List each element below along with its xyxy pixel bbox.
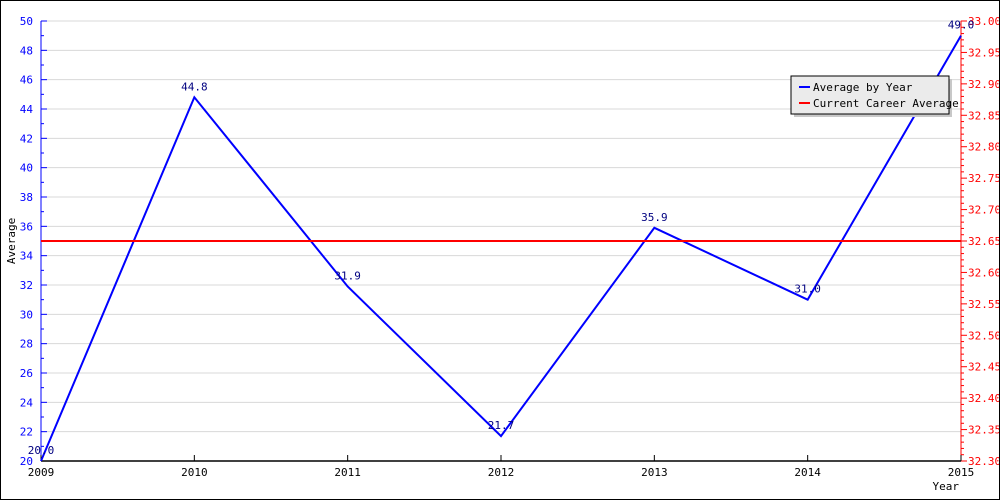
chart-container: 20 22 24 26 28 30 32 34 36 38 40 42 44 46 48 50 32.30 32.… — [0, 0, 1000, 500]
y-tick-label: 40 — [20, 162, 33, 175]
y2-tick-label: 32.85 — [968, 109, 1000, 122]
legend-entry: Average by Year — [813, 81, 913, 94]
y-tick-label: 26 — [20, 367, 33, 380]
y2-tick-label: 32.50 — [968, 329, 1000, 342]
y2-tick-label: 32.55 — [968, 298, 1000, 311]
y2-tick-label: 32.95 — [968, 46, 1000, 59]
x-tick-label: 2010 — [181, 466, 208, 479]
data-label: 21.7 — [488, 419, 515, 432]
y2-tick-label: 32.90 — [968, 78, 1000, 91]
y-tick-label: 36 — [20, 220, 33, 233]
x-tick-label: 2011 — [334, 466, 361, 479]
x-tick-label: 2012 — [488, 466, 515, 479]
legend-entry: Current Career Average — [813, 97, 959, 110]
y-tick-label: 22 — [20, 426, 33, 439]
x-tick-label: 2014 — [794, 466, 821, 479]
data-label: 20.0 — [28, 444, 55, 457]
y-tick-label: 46 — [20, 74, 33, 87]
data-label: 35.9 — [641, 211, 668, 224]
line-chart: 2022242628303234363840424446485032.3032.… — [5, 15, 1000, 493]
y2-tick-label: 32.45 — [968, 361, 1000, 374]
y2-tick-label: 32.40 — [968, 392, 1000, 405]
y-axis-label: Average — [5, 218, 18, 264]
y2-tick-label: 32.75 — [968, 172, 1000, 185]
y-tick-label: 38 — [20, 191, 33, 204]
data-label: 44.8 — [181, 80, 208, 93]
y2-tick-label: 32.70 — [968, 204, 1000, 217]
y-tick-label: 30 — [20, 308, 33, 321]
x-tick-label: 2015 — [948, 466, 975, 479]
x-tick-label: 2013 — [641, 466, 668, 479]
y-tick-label: 28 — [20, 338, 33, 351]
y-tick-label: 42 — [20, 132, 33, 145]
data-label: 31.0 — [794, 283, 821, 296]
y2-tick-label: 32.80 — [968, 141, 1000, 154]
y-tick-label: 32 — [20, 279, 33, 292]
y2-tick-label: 32.60 — [968, 266, 1000, 279]
y-tick-label: 50 — [20, 15, 33, 28]
y-tick-label: 48 — [20, 44, 33, 57]
y-tick-label: 34 — [20, 250, 34, 263]
x-tick-label: 2009 — [28, 466, 55, 479]
data-label: 49.0 — [948, 19, 975, 32]
y2-tick-label: 32.35 — [968, 424, 1000, 437]
y-tick-label: 44 — [20, 103, 34, 116]
y-tick-label: 24 — [20, 396, 34, 409]
y2-tick-label: 32.65 — [968, 235, 1000, 248]
x-axis-label: Year — [933, 480, 960, 493]
data-label: 31.9 — [334, 269, 361, 282]
